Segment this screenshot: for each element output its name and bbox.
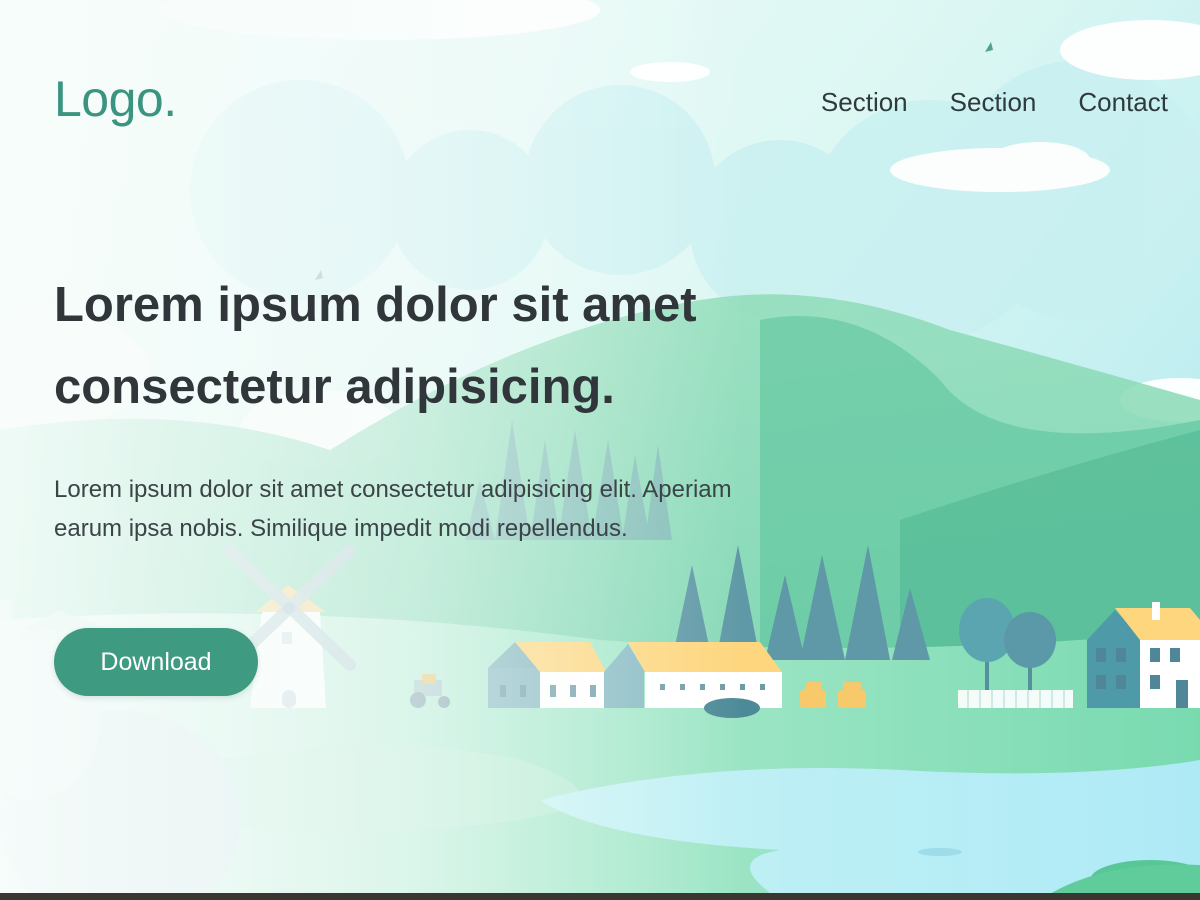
hero-title: Lorem ipsum dolor sit amet consectetur a… [54,278,697,414]
hero-description: Lorem ipsum dolor sit amet consectetur a… [54,476,732,542]
nav-item-section-1[interactable]: Section [821,88,908,117]
bottom-bar [0,893,1200,900]
nav-item-contact[interactable]: Contact [1078,88,1168,117]
nav-item-section-2[interactable]: Section [950,88,1037,117]
landing-page: Logo. Section Section Contact Lorem ipsu… [0,0,1200,900]
logo[interactable]: Logo. [54,74,177,124]
download-button[interactable]: Download [54,628,258,696]
main-nav: Section Section Contact [821,88,1168,117]
